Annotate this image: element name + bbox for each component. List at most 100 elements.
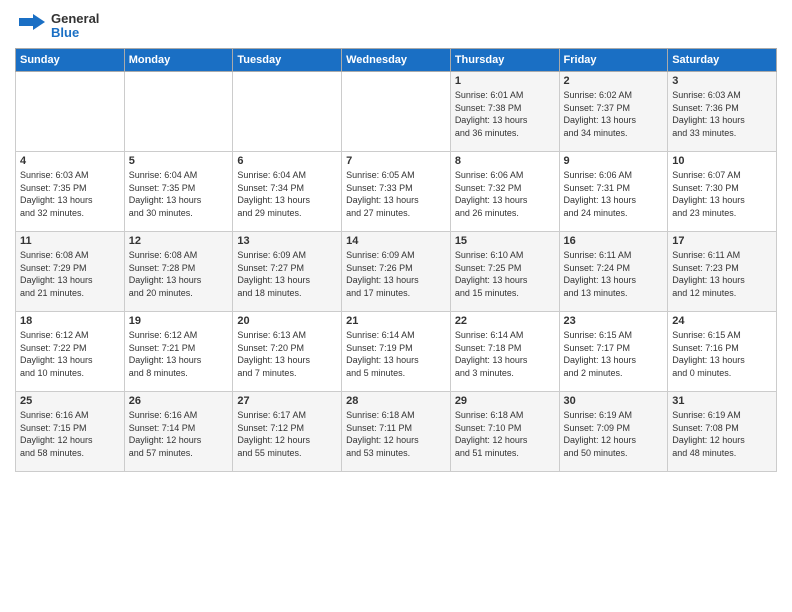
day-cell: 13 Sunrise: 6:09 AM Sunset: 7:27 PM Dayli… bbox=[233, 232, 342, 312]
day-number: 21 bbox=[346, 315, 446, 327]
day-info: Sunrise: 6:03 AM Sunset: 7:36 PM Dayligh… bbox=[672, 89, 772, 139]
day-info: Sunrise: 6:18 AM Sunset: 7:11 PM Dayligh… bbox=[346, 409, 446, 459]
day-cell: 20 Sunrise: 6:13 AM Sunset: 7:20 PM Dayli… bbox=[233, 312, 342, 392]
day-info: Sunrise: 6:08 AM Sunset: 7:28 PM Dayligh… bbox=[129, 249, 229, 299]
day-number: 11 bbox=[20, 235, 120, 247]
day-cell: 6Sunrise: 6:04 AM Sunset: 7:34 PM Daylig… bbox=[233, 152, 342, 232]
header-monday: Monday bbox=[124, 49, 233, 72]
day-cell bbox=[16, 72, 125, 152]
day-cell: 16 Sunrise: 6:11 AM Sunset: 7:24 PM Dayli… bbox=[559, 232, 668, 312]
calendar-table: SundayMondayTuesdayWednesdayThursdayFrid… bbox=[15, 48, 777, 472]
day-cell: 18 Sunrise: 6:12 AM Sunset: 7:22 PM Dayli… bbox=[16, 312, 125, 392]
day-number: 29 bbox=[455, 395, 555, 407]
day-info: Sunrise: 6:01 AM Sunset: 7:38 PM Dayligh… bbox=[455, 89, 555, 139]
week-row-4: 18 Sunrise: 6:12 AM Sunset: 7:22 PM Dayli… bbox=[16, 312, 777, 392]
day-cell: 27 Sunrise: 6:17 AM Sunset: 7:12 PM Dayli… bbox=[233, 392, 342, 472]
day-cell: 11Sunrise: 6:08 AM Sunset: 7:29 PM Dayli… bbox=[16, 232, 125, 312]
day-number: 31 bbox=[672, 395, 772, 407]
day-info: Sunrise: 6:16 AM Sunset: 7:15 PM Dayligh… bbox=[20, 409, 120, 459]
day-number: 19 bbox=[129, 315, 229, 327]
calendar-page: GeneralBlue SundayMondayTuesdayWednesday… bbox=[0, 0, 792, 482]
header: GeneralBlue bbox=[15, 10, 777, 42]
day-number: 25 bbox=[20, 395, 120, 407]
day-info: Sunrise: 6:15 AM Sunset: 7:16 PM Dayligh… bbox=[672, 329, 772, 379]
day-cell bbox=[124, 72, 233, 152]
day-cell: 4Sunrise: 6:03 AM Sunset: 7:35 PM Daylig… bbox=[16, 152, 125, 232]
day-cell: 7Sunrise: 6:05 AM Sunset: 7:33 PM Daylig… bbox=[342, 152, 451, 232]
day-number: 9 bbox=[564, 155, 664, 167]
day-cell: 26Sunrise: 6:16 AM Sunset: 7:14 PM Dayli… bbox=[124, 392, 233, 472]
day-cell: 24 Sunrise: 6:15 AM Sunset: 7:16 PM Dayli… bbox=[668, 312, 777, 392]
day-number: 14 bbox=[346, 235, 446, 247]
logo-general: General bbox=[51, 12, 99, 26]
day-info: Sunrise: 6:10 AM Sunset: 7:25 PM Dayligh… bbox=[455, 249, 555, 299]
day-cell: 28 Sunrise: 6:18 AM Sunset: 7:11 PM Dayli… bbox=[342, 392, 451, 472]
day-number: 13 bbox=[237, 235, 337, 247]
logo-icon bbox=[15, 10, 47, 42]
day-cell: 23 Sunrise: 6:15 AM Sunset: 7:17 PM Dayli… bbox=[559, 312, 668, 392]
day-number: 1 bbox=[455, 75, 555, 87]
header-thursday: Thursday bbox=[450, 49, 559, 72]
day-info: Sunrise: 6:09 AM Sunset: 7:27 PM Dayligh… bbox=[237, 249, 337, 299]
day-cell: 10 Sunrise: 6:07 AM Sunset: 7:30 PM Dayli… bbox=[668, 152, 777, 232]
day-number: 2 bbox=[564, 75, 664, 87]
day-cell: 19 Sunrise: 6:12 AM Sunset: 7:21 PM Dayli… bbox=[124, 312, 233, 392]
day-number: 24 bbox=[672, 315, 772, 327]
day-cell: 2 Sunrise: 6:02 AM Sunset: 7:37 PM Daylig… bbox=[559, 72, 668, 152]
day-number: 17 bbox=[672, 235, 772, 247]
day-cell: 25 Sunrise: 6:16 AM Sunset: 7:15 PM Dayli… bbox=[16, 392, 125, 472]
day-number: 4 bbox=[20, 155, 120, 167]
day-info: Sunrise: 6:12 AM Sunset: 7:22 PM Dayligh… bbox=[20, 329, 120, 379]
day-info: Sunrise: 6:19 AM Sunset: 7:09 PM Dayligh… bbox=[564, 409, 664, 459]
day-info: Sunrise: 6:02 AM Sunset: 7:37 PM Dayligh… bbox=[564, 89, 664, 139]
day-cell bbox=[233, 72, 342, 152]
day-number: 12 bbox=[129, 235, 229, 247]
day-info: Sunrise: 6:11 AM Sunset: 7:24 PM Dayligh… bbox=[564, 249, 664, 299]
day-number: 20 bbox=[237, 315, 337, 327]
logo-blue: Blue bbox=[51, 26, 99, 40]
day-number: 22 bbox=[455, 315, 555, 327]
day-info: Sunrise: 6:04 AM Sunset: 7:34 PM Dayligh… bbox=[237, 169, 337, 219]
day-cell: 22 Sunrise: 6:14 AM Sunset: 7:18 PM Dayli… bbox=[450, 312, 559, 392]
week-row-2: 4Sunrise: 6:03 AM Sunset: 7:35 PM Daylig… bbox=[16, 152, 777, 232]
day-info: Sunrise: 6:09 AM Sunset: 7:26 PM Dayligh… bbox=[346, 249, 446, 299]
day-info: Sunrise: 6:14 AM Sunset: 7:19 PM Dayligh… bbox=[346, 329, 446, 379]
day-cell: 29Sunrise: 6:18 AM Sunset: 7:10 PM Dayli… bbox=[450, 392, 559, 472]
day-info: Sunrise: 6:13 AM Sunset: 7:20 PM Dayligh… bbox=[237, 329, 337, 379]
day-number: 28 bbox=[346, 395, 446, 407]
day-info: Sunrise: 6:07 AM Sunset: 7:30 PM Dayligh… bbox=[672, 169, 772, 219]
day-info: Sunrise: 6:17 AM Sunset: 7:12 PM Dayligh… bbox=[237, 409, 337, 459]
day-number: 3 bbox=[672, 75, 772, 87]
day-number: 18 bbox=[20, 315, 120, 327]
day-number: 15 bbox=[455, 235, 555, 247]
day-cell: 3 Sunrise: 6:03 AM Sunset: 7:36 PM Daylig… bbox=[668, 72, 777, 152]
header-friday: Friday bbox=[559, 49, 668, 72]
day-info: Sunrise: 6:04 AM Sunset: 7:35 PM Dayligh… bbox=[129, 169, 229, 219]
day-number: 16 bbox=[564, 235, 664, 247]
day-info: Sunrise: 6:14 AM Sunset: 7:18 PM Dayligh… bbox=[455, 329, 555, 379]
calendar-header-row: SundayMondayTuesdayWednesdayThursdayFrid… bbox=[16, 49, 777, 72]
day-info: Sunrise: 6:15 AM Sunset: 7:17 PM Dayligh… bbox=[564, 329, 664, 379]
week-row-5: 25 Sunrise: 6:16 AM Sunset: 7:15 PM Dayli… bbox=[16, 392, 777, 472]
day-cell bbox=[342, 72, 451, 152]
day-info: Sunrise: 6:12 AM Sunset: 7:21 PM Dayligh… bbox=[129, 329, 229, 379]
day-info: Sunrise: 6:06 AM Sunset: 7:32 PM Dayligh… bbox=[455, 169, 555, 219]
day-cell: 5Sunrise: 6:04 AM Sunset: 7:35 PM Daylig… bbox=[124, 152, 233, 232]
header-wednesday: Wednesday bbox=[342, 49, 451, 72]
logo: GeneralBlue bbox=[15, 10, 99, 42]
day-number: 27 bbox=[237, 395, 337, 407]
day-number: 7 bbox=[346, 155, 446, 167]
day-number: 23 bbox=[564, 315, 664, 327]
day-cell: 12 Sunrise: 6:08 AM Sunset: 7:28 PM Dayli… bbox=[124, 232, 233, 312]
day-number: 10 bbox=[672, 155, 772, 167]
day-cell: 21 Sunrise: 6:14 AM Sunset: 7:19 PM Dayli… bbox=[342, 312, 451, 392]
day-number: 8 bbox=[455, 155, 555, 167]
day-cell: 17Sunrise: 6:11 AM Sunset: 7:23 PM Dayli… bbox=[668, 232, 777, 312]
day-cell: 9 Sunrise: 6:06 AM Sunset: 7:31 PM Daylig… bbox=[559, 152, 668, 232]
day-cell: 14 Sunrise: 6:09 AM Sunset: 7:26 PM Dayli… bbox=[342, 232, 451, 312]
day-number: 26 bbox=[129, 395, 229, 407]
day-cell: 8 Sunrise: 6:06 AM Sunset: 7:32 PM Daylig… bbox=[450, 152, 559, 232]
day-cell: 15 Sunrise: 6:10 AM Sunset: 7:25 PM Dayli… bbox=[450, 232, 559, 312]
day-info: Sunrise: 6:06 AM Sunset: 7:31 PM Dayligh… bbox=[564, 169, 664, 219]
header-sunday: Sunday bbox=[16, 49, 125, 72]
